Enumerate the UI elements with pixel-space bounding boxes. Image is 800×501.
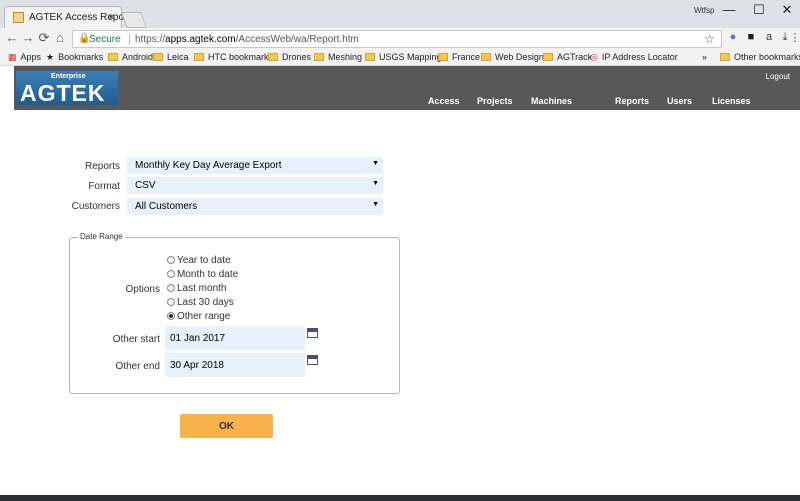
bookmark-htc[interactable]: HTC bookmarks bbox=[194, 52, 273, 62]
nav-machines[interactable]: Machines bbox=[531, 96, 572, 106]
folder-icon bbox=[438, 53, 448, 61]
bookmark-ip-locator[interactable]: ◎ IP Address Locator bbox=[590, 52, 678, 63]
radio-label: Year to date bbox=[177, 255, 231, 266]
other-start-input[interactable]: 01 Jan 2017 bbox=[165, 326, 305, 350]
bookmarks-overflow[interactable]: » bbox=[702, 52, 707, 62]
radio-button[interactable] bbox=[167, 256, 175, 264]
nav-reports[interactable]: Reports bbox=[615, 96, 649, 106]
bookmark-leica[interactable]: Leica bbox=[153, 52, 189, 62]
extension-amazon-icon[interactable]: a bbox=[762, 31, 776, 43]
menu-icon[interactable]: ⋮ bbox=[788, 31, 800, 44]
bookmarks-bookmark[interactable]: ★ Bookmarks bbox=[46, 52, 103, 63]
calendar-icon[interactable] bbox=[307, 328, 318, 338]
tab-title: AGTEK Access Reports bbox=[29, 12, 136, 23]
folder-icon bbox=[720, 53, 730, 61]
bookmark-star-icon[interactable]: ☆ bbox=[704, 32, 715, 46]
ip-locator-icon: ◎ bbox=[590, 52, 598, 62]
apps-grid-icon: ▦ bbox=[8, 52, 17, 62]
format-select-value: CSV bbox=[135, 180, 156, 191]
apps-bookmark[interactable]: ▦ Apps bbox=[8, 52, 41, 63]
date-range-legend: Date Range bbox=[78, 232, 125, 241]
bookmark-android[interactable]: Android bbox=[108, 52, 153, 62]
extension-square-icon[interactable]: ■ bbox=[744, 31, 758, 43]
nav-licenses[interactable]: Licenses bbox=[712, 96, 751, 106]
secure-label: Secure bbox=[89, 34, 121, 45]
folder-icon bbox=[314, 53, 324, 61]
nav-projects[interactable]: Projects bbox=[477, 96, 513, 106]
other-bookmarks[interactable]: Other bookmarks bbox=[720, 52, 800, 62]
radio-label: Last month bbox=[177, 283, 227, 294]
bookmark-agtrack[interactable]: AGTrack bbox=[543, 52, 592, 62]
home-button[interactable]: ⌂ bbox=[52, 30, 68, 45]
bookmark-meshing[interactable]: Meshing bbox=[314, 52, 362, 62]
radio-label: Last 30 days bbox=[177, 297, 234, 308]
folder-icon bbox=[268, 53, 278, 61]
radio-button-selected[interactable] bbox=[167, 312, 175, 320]
reports-select-value: Monthly Key Day Average Export bbox=[135, 160, 282, 171]
other-start-value: 01 Jan 2017 bbox=[170, 333, 226, 344]
dropdown-arrow-icon: ▼ bbox=[372, 201, 379, 208]
bookmarks-bar: ▦ Apps ★ Bookmarks Android Leica HTC bookm… bbox=[0, 50, 800, 66]
radio-label: Other range bbox=[177, 311, 231, 322]
minimize-button[interactable]: — bbox=[714, 2, 744, 17]
browser-tab[interactable]: AGTEK Access Reports × bbox=[4, 6, 135, 28]
nav-users[interactable]: Users bbox=[667, 96, 692, 106]
folder-icon bbox=[365, 53, 375, 61]
folder-icon bbox=[153, 53, 163, 61]
forward-button[interactable]: → bbox=[20, 30, 36, 45]
format-label: Format bbox=[88, 181, 120, 192]
profile-name[interactable]: Wtfsp bbox=[694, 6, 714, 15]
folder-icon bbox=[481, 53, 491, 61]
new-tab-button[interactable] bbox=[121, 12, 147, 28]
logo-enterprise-text: Enterprise bbox=[51, 73, 86, 80]
radio-button[interactable] bbox=[167, 284, 175, 292]
omnibox-separator bbox=[129, 34, 130, 45]
browser-tabstrip: AGTEK Access Reports × Wtfsp — ☐ ✕ bbox=[0, 0, 800, 28]
reports-select[interactable]: Monthly Key Day Average Export ▼ bbox=[127, 157, 383, 174]
other-end-input[interactable]: 30 Apr 2018 bbox=[165, 353, 305, 377]
dropdown-arrow-icon: ▼ bbox=[372, 160, 379, 167]
other-end-value: 30 Apr 2018 bbox=[170, 360, 224, 371]
reload-button[interactable]: ⟳ bbox=[36, 30, 52, 46]
logo-text: AGTEK bbox=[20, 80, 106, 106]
customers-label: Customers bbox=[71, 201, 120, 212]
folder-icon bbox=[543, 53, 553, 61]
other-start-label: Other start bbox=[112, 334, 160, 345]
reports-label: Reports bbox=[84, 161, 120, 172]
tab-close-icon[interactable]: × bbox=[108, 10, 115, 24]
bookmark-web-design[interactable]: Web Design bbox=[481, 52, 544, 62]
address-bar[interactable]: 🔒 Secure https://apps.agtek.com/AccessWe… bbox=[72, 30, 722, 48]
radio-button[interactable] bbox=[167, 270, 175, 278]
dropdown-arrow-icon: ▼ bbox=[372, 180, 379, 187]
bookmark-usgs[interactable]: USGS Mapping bbox=[365, 52, 442, 62]
favicon-icon bbox=[13, 12, 24, 23]
logout-link[interactable]: Logout bbox=[766, 72, 790, 81]
bookmark-france[interactable]: France bbox=[438, 52, 480, 62]
customers-select[interactable]: All Customers ▼ bbox=[127, 198, 383, 215]
options-label: Options bbox=[125, 284, 160, 295]
extension-chrome-icon[interactable]: ● bbox=[726, 31, 740, 43]
other-end-label: Other end bbox=[115, 361, 160, 372]
taskbar bbox=[0, 495, 800, 501]
folder-icon bbox=[108, 53, 118, 61]
nav-access[interactable]: Access bbox=[428, 96, 460, 106]
star-icon: ★ bbox=[46, 52, 55, 62]
calendar-icon[interactable] bbox=[307, 355, 318, 365]
back-button[interactable]: ← bbox=[4, 30, 20, 45]
url-text[interactable]: https://apps.agtek.com/AccessWeb/wa/Repo… bbox=[135, 34, 359, 45]
maximize-button[interactable]: ☐ bbox=[744, 2, 774, 18]
bookmark-drones[interactable]: Drones bbox=[268, 52, 311, 62]
agtek-logo[interactable]: Enterprise AGTEK bbox=[16, 71, 118, 106]
folder-icon bbox=[194, 53, 204, 61]
browser-toolbar: ← → ⟳ ⌂ 🔒 Secure https://apps.agtek.com/… bbox=[0, 28, 800, 50]
app-header: Enterprise AGTEK Logout Access Projects … bbox=[14, 66, 800, 110]
customers-select-value: All Customers bbox=[135, 201, 198, 212]
close-window-button[interactable]: ✕ bbox=[772, 2, 800, 18]
format-select[interactable]: CSV ▼ bbox=[127, 177, 383, 194]
radio-button[interactable] bbox=[167, 298, 175, 306]
radio-label: Month to date bbox=[177, 269, 239, 280]
ok-button[interactable]: OK bbox=[180, 414, 273, 438]
